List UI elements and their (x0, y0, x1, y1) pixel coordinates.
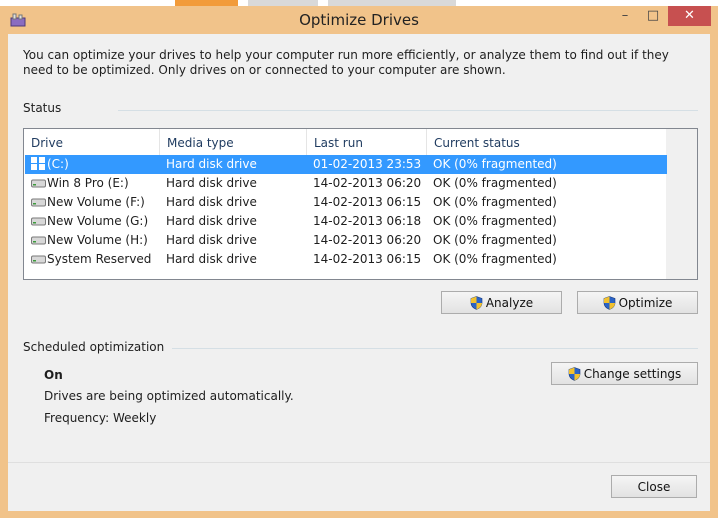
change-settings-label: Change settings (583, 367, 682, 381)
media-type: Hard disk drive (166, 176, 257, 190)
table-row[interactable]: New Volume (F:) Hard disk drive 14-02-20… (25, 193, 667, 212)
column-header-drive[interactable]: Drive (24, 129, 160, 156)
column-header-current-status[interactable]: Current status (427, 129, 667, 156)
change-settings-button[interactable]: Change settings (551, 362, 698, 385)
scheduled-optimization-heading: Scheduled optimization (23, 340, 165, 354)
hard-drive-icon (31, 198, 46, 207)
current-status: OK (0% fragmented) (433, 157, 557, 171)
window-title: Optimize Drives (299, 11, 419, 29)
column-header-last-run[interactable]: Last run (307, 129, 427, 156)
uac-shield-icon (568, 367, 580, 381)
optimize-label: Optimize (618, 296, 673, 310)
drive-list[interactable]: Drive Media type Last run Current status… (23, 128, 698, 280)
intro-text: You can optimize your drives to help you… (23, 48, 669, 77)
close-window-button[interactable]: ✕ (668, 6, 711, 26)
schedule-description: Drives are being optimized automatically… (44, 389, 294, 403)
windows-drive-icon (31, 157, 45, 170)
analyze-button[interactable]: Analyze (441, 291, 562, 314)
last-run: 14-02-2013 06:20 (313, 233, 422, 247)
current-status: OK (0% fragmented) (433, 233, 557, 247)
media-type: Hard disk drive (166, 157, 257, 171)
drive-name: System Reserved (47, 252, 152, 266)
drive-name: (C:) (47, 157, 69, 171)
status-divider (118, 110, 698, 111)
last-run: 14-02-2013 06:15 (313, 252, 422, 266)
last-run: 01-02-2013 23:53 (313, 157, 422, 171)
dialog-footer (8, 462, 710, 511)
current-status: OK (0% fragmented) (433, 252, 557, 266)
status-heading: Status (23, 101, 62, 115)
uac-shield-icon (603, 296, 615, 310)
list-scrollbar-area (666, 129, 697, 279)
maximize-button[interactable]: □ (640, 6, 666, 26)
column-header-media-type[interactable]: Media type (160, 129, 307, 156)
drive-name: New Volume (F:) (47, 195, 145, 209)
drive-name: Win 8 Pro (E:) (47, 176, 129, 190)
current-status: OK (0% fragmented) (433, 176, 557, 190)
media-type: Hard disk drive (166, 214, 257, 228)
media-type: Hard disk drive (166, 252, 257, 266)
last-run: 14-02-2013 06:15 (313, 195, 422, 209)
media-type: Hard disk drive (166, 233, 257, 247)
table-row[interactable]: New Volume (H:) Hard disk drive 14-02-20… (25, 231, 667, 250)
last-run: 14-02-2013 06:18 (313, 214, 422, 228)
current-status: OK (0% fragmented) (433, 214, 557, 228)
table-row[interactable]: Win 8 Pro (E:) Hard disk drive 14-02-201… (25, 174, 667, 193)
table-row[interactable]: System Reserved Hard disk drive 14-02-20… (25, 250, 667, 269)
close-button[interactable]: Close (611, 475, 697, 498)
uac-shield-icon (470, 296, 483, 310)
analyze-label: Analyze (485, 296, 534, 310)
schedule-frequency: Frequency: Weekly (44, 411, 157, 425)
drive-name: New Volume (G:) (47, 214, 149, 228)
hard-drive-icon (31, 255, 46, 264)
optimize-button[interactable]: Optimize (577, 291, 698, 314)
table-row[interactable]: New Volume (G:) Hard disk drive 14-02-20… (25, 212, 667, 231)
drive-name: New Volume (H:) (47, 233, 148, 247)
schedule-divider (172, 348, 698, 349)
media-type: Hard disk drive (166, 195, 257, 209)
minimize-button[interactable]: – (612, 6, 638, 26)
schedule-state: On (44, 368, 63, 382)
hard-drive-icon (31, 179, 46, 188)
last-run: 14-02-2013 06:20 (313, 176, 422, 190)
current-status: OK (0% fragmented) (433, 195, 557, 209)
table-row[interactable]: (C:) Hard disk drive 01-02-2013 23:53 OK… (25, 155, 667, 174)
hard-drive-icon (31, 236, 46, 245)
hard-drive-icon (31, 217, 46, 226)
